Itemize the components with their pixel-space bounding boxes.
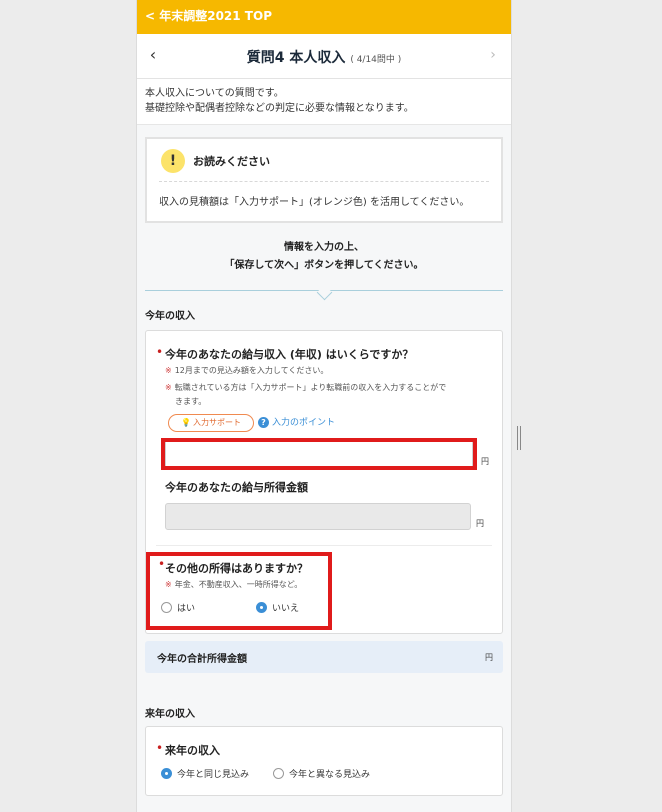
next-year-same-radio[interactable]: 今年と同じ見込み: [161, 767, 249, 780]
total-income-bar: 今年の合計所得金額 円: [145, 641, 503, 673]
top-link[interactable]: < 年末調整2021 TOP: [137, 0, 511, 34]
question-progress: ( 4/14問中 ): [350, 55, 402, 65]
input-support-label: 入力サポート: [192, 418, 241, 427]
down-caret-icon: [316, 284, 333, 301]
help-icon: ?: [258, 417, 269, 428]
salary-unit: 円: [481, 457, 489, 466]
note-mark: ※: [165, 383, 172, 392]
instruction-text: 情報を入力の上、 「保存して次へ」ボタンを押してください。: [145, 223, 503, 301]
notice-body: 収入の見積額は「入力サポート」(オレンジ色) を活用してください。: [159, 197, 470, 208]
other-income-note: ※ 年金、不動産収入、一時所得など。: [165, 578, 302, 592]
salary-income-amount-label: 今年のあなたの給与所得金額: [165, 481, 308, 494]
next-year-same-label: 今年と同じ見込み: [177, 770, 250, 780]
question-title: 質問4 本人収入 ( 4/14問中 ): [137, 47, 511, 67]
question-header: ‹ 質問4 本人収入( 4/14問中 ) ›: [137, 34, 511, 79]
radio-selected-icon: [161, 768, 172, 779]
required-mark: •: [156, 345, 164, 359]
card-divider: [156, 545, 492, 546]
intro-line-1: 本人収入についての質問です。: [145, 88, 284, 99]
total-income-unit: 円: [485, 653, 493, 662]
radio-circle-icon: [273, 768, 284, 779]
other-income-no-label: いいえ: [272, 604, 300, 614]
other-income-question: その他の所得はありますか？: [165, 562, 308, 575]
instruction-line-2: 「保存して次へ」ボタンを押してください。: [224, 260, 424, 271]
next-year-card: • 来年の収入 今年と同じ見込み 今年と異なる見込み: [145, 726, 503, 796]
next-chevron-icon[interactable]: ›: [483, 44, 503, 66]
notice-heading: お読みください: [193, 155, 270, 168]
notice-box: ! お読みください 収入の見積額は「入力サポート」(オレンジ色) を活用してくだ…: [145, 137, 503, 223]
salary-income-amount-field: [165, 503, 471, 530]
notice-divider: [159, 181, 489, 182]
question-title-text: 質問4 本人収入: [246, 50, 346, 66]
required-mark: •: [156, 741, 164, 755]
warning-icon: !: [161, 149, 185, 173]
lightbulb-icon: 💡: [181, 418, 191, 427]
salary-note-2: ※ 転職されている方は「入力サポート」より転職前の収入を入力することがで: [165, 381, 446, 395]
instruction-line-1: 情報を入力の上、: [284, 242, 364, 253]
total-income-label: 今年の合計所得金額: [157, 654, 247, 665]
intro-line-2: 基礎控除や配偶者控除などの判定に必要な情報となります。: [145, 103, 414, 114]
salary-income-amount-unit: 円: [476, 519, 484, 528]
salary-note-1: ※ 12月までの見込み額を入力してください。: [165, 364, 328, 378]
next-year-income-question: 来年の収入: [165, 744, 220, 757]
salary-income-input[interactable]: [165, 441, 473, 467]
this-year-card: • 今年のあなたの給与収入 (年収) はいくらですか？ ※ 12月までの見込み額を…: [145, 330, 503, 634]
input-point-label: 入力のポイント: [272, 418, 336, 428]
resize-handle-icon[interactable]: [517, 426, 524, 454]
salary-note-2-cont: きます。: [175, 397, 207, 406]
other-income-no-radio[interactable]: いいえ: [256, 601, 299, 614]
input-point-link[interactable]: ? 入力のポイント: [258, 415, 335, 428]
next-year-different-label: 今年と異なる見込み: [289, 770, 371, 780]
salary-income-question: 今年のあなたの給与収入 (年収) はいくらですか？: [165, 348, 414, 361]
radio-selected-icon: [256, 602, 267, 613]
radio-circle-icon: [161, 602, 172, 613]
salary-note-2-text: 転職されている方は「入力サポート」より転職前の収入を入力することがで: [174, 383, 447, 392]
note-mark: ※: [165, 366, 172, 375]
next-year-different-radio[interactable]: 今年と異なる見込み: [273, 767, 370, 780]
other-income-yes-label: はい: [177, 604, 196, 614]
other-income-note-text: 年金、不動産収入、一時所得など。: [174, 580, 303, 589]
section-title-next-year: 来年の収入: [145, 709, 195, 720]
other-income-yes-radio[interactable]: はい: [161, 601, 195, 614]
app-frame: < 年末調整2021 TOP ‹ 質問4 本人収入( 4/14問中 ) › 本人…: [136, 0, 512, 812]
intro-text: 本人収入についての質問です。 基礎控除や配偶者控除などの判定に必要な情報となりま…: [137, 79, 511, 125]
note-mark: ※: [165, 580, 172, 589]
salary-note-1-text: 12月までの見込み額を入力してください。: [174, 366, 329, 375]
section-title-this-year: 今年の収入: [145, 311, 195, 322]
input-support-button[interactable]: 💡 入力サポート: [168, 414, 254, 432]
